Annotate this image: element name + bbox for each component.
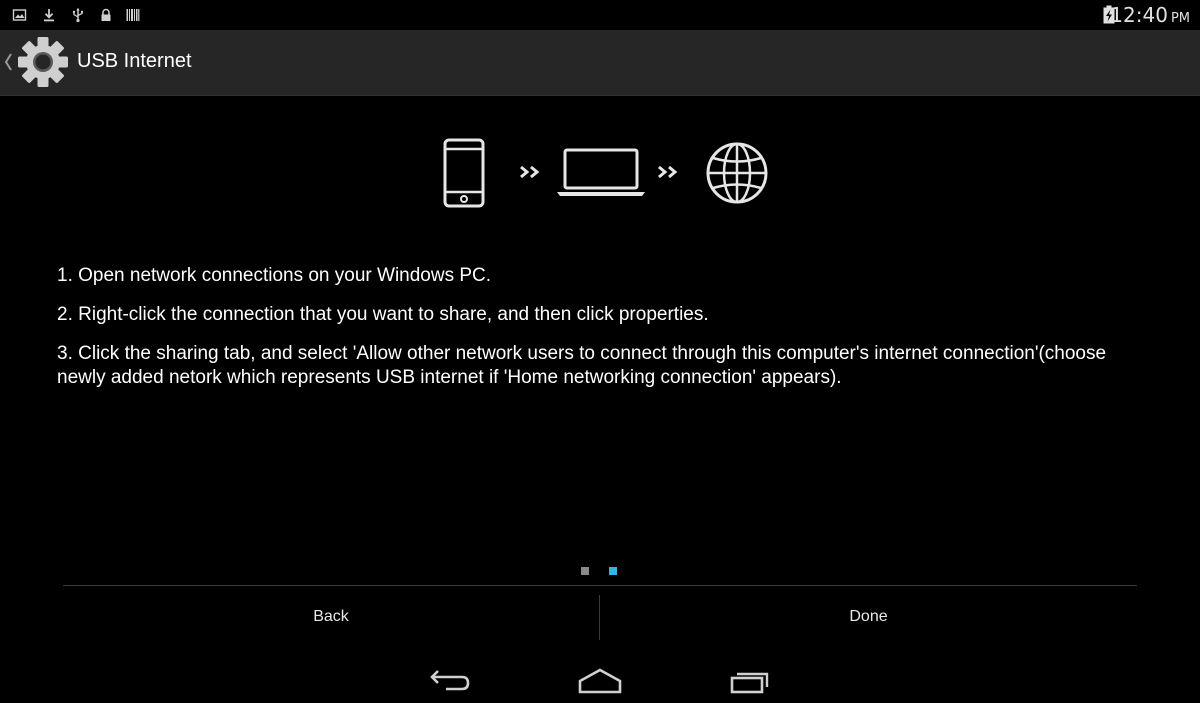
usb-internet-illustration — [0, 130, 1200, 220]
usb-icon — [72, 8, 83, 23]
lock-icon — [101, 8, 111, 21]
globe-icon — [706, 142, 768, 204]
instruction-step: 1. Open network connections on your Wind… — [57, 265, 492, 286]
page-dot-1 — [581, 567, 589, 575]
done-button[interactable]: Done — [600, 586, 1137, 648]
up-navigation-button[interactable] — [0, 30, 72, 95]
page-indicator — [581, 567, 621, 577]
nav-recents-icon[interactable] — [720, 658, 780, 698]
instructions: 1. Open network connections on your Wind… — [57, 264, 1157, 405]
barcode-icon — [126, 9, 140, 21]
nav-back-icon[interactable] — [420, 658, 480, 698]
back-button[interactable]: Back — [63, 586, 599, 648]
download-icon — [44, 9, 54, 22]
action-bar: USB Internet — [0, 30, 1200, 96]
status-ampm: PM — [1170, 11, 1190, 26]
page-dot-2 — [609, 567, 617, 575]
page-title: USB Internet — [77, 50, 192, 72]
status-bar: 12:40 PM — [0, 0, 1200, 30]
system-navigation-bar — [0, 650, 1200, 703]
nav-home-icon[interactable] — [570, 658, 630, 698]
image-notification-icon — [12, 9, 27, 21]
phone-icon — [443, 138, 485, 208]
instruction-step: 3. Click the sharing tab, and select 'Al… — [57, 343, 1107, 388]
instruction-step: 2. Right-click the connection that you w… — [57, 304, 709, 325]
status-clock: 12:40 PM — [1110, 3, 1190, 27]
settings-gear-icon — [18, 37, 68, 87]
status-time: 12:40 — [1110, 3, 1168, 27]
double-chevron-icon — [520, 165, 540, 179]
chevron-left-icon — [4, 53, 12, 71]
laptop-icon — [557, 148, 645, 196]
double-chevron-icon — [658, 165, 678, 179]
